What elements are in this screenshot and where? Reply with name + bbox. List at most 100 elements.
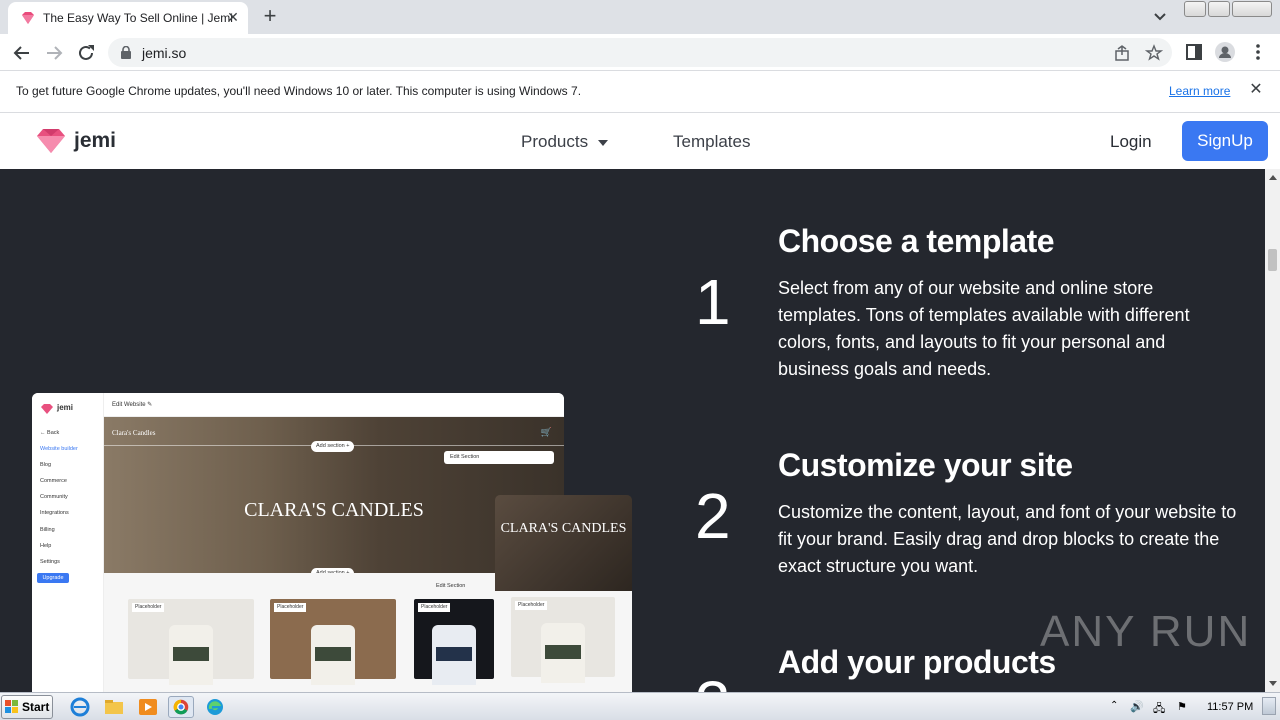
mockup-edit-website: Edit Website ✎ [112, 402, 153, 408]
chevron-down-icon [598, 139, 609, 146]
lock-icon[interactable] [120, 46, 132, 59]
mockup-add-section: Add section + [311, 441, 355, 452]
mockup-product-card: Placeholder [128, 599, 254, 685]
product-placeholder-tag: Placeholder [418, 603, 451, 612]
site-header: jemi Products Templates Login SignUp [0, 113, 1268, 169]
side-panel-icon[interactable] [1184, 42, 1204, 62]
mockup-menu-item: Help [40, 543, 52, 549]
mockup-menu-item: Commerce [40, 478, 67, 484]
mockup-edit-section: Edit Section [436, 583, 466, 589]
signup-button[interactable]: SignUp [1182, 121, 1268, 161]
windows-flag-icon [5, 700, 18, 713]
back-arrow-icon[interactable] [10, 41, 34, 65]
nav-products[interactable]: Products [521, 132, 609, 152]
update-infobar: To get future Google Chrome updates, you… [0, 71, 1280, 113]
login-link[interactable]: Login [1110, 132, 1152, 152]
mockup-sidebar: jemi ← Back Website builder Blog Commerc… [32, 393, 104, 692]
candle-jar [432, 625, 476, 685]
scroll-down-arrow-icon[interactable] [1269, 681, 1277, 686]
jar-label [436, 647, 472, 661]
mockup-edit-website-label: Edit Website [112, 402, 146, 408]
step-number: 1 [695, 266, 731, 338]
nav-templates[interactable]: Templates [673, 132, 750, 152]
product-placeholder-tag: Placeholder [274, 603, 307, 612]
volume-icon[interactable]: 🔊 [1130, 700, 1144, 714]
step-title: Add your products [778, 644, 1056, 680]
jemi-logo-icon[interactable] [36, 128, 66, 154]
tab-search-icon[interactable] [1150, 8, 1170, 26]
page-scrollbar[interactable] [1265, 169, 1280, 692]
show-hidden-icons-icon[interactable]: ⌃ [1110, 700, 1124, 714]
product-placeholder-tag: Placeholder [132, 603, 165, 612]
network-icon[interactable]: 🖧 [1153, 700, 1167, 715]
start-button[interactable]: Start [1, 695, 53, 719]
forward-arrow-icon[interactable] [42, 41, 66, 65]
menu-kebab-icon[interactable] [1248, 42, 1268, 62]
editor-mockup-image: jemi ← Back Website builder Blog Commerc… [32, 393, 564, 692]
mockup-menu-item: Billing [40, 527, 55, 533]
jemi-favicon-icon [22, 12, 34, 24]
taskbar-clock[interactable]: 11:57 PM [1207, 701, 1253, 713]
maximize-button[interactable] [1208, 1, 1230, 17]
mockup-back: ← Back [40, 430, 60, 436]
chrome-taskbar-icon[interactable] [168, 696, 194, 718]
mockup-menu-item: Blog [40, 462, 52, 468]
step-number: 2 [695, 480, 731, 552]
anyrun-watermark: ANY RUN [1040, 607, 1252, 656]
step-title: Choose a template [778, 223, 1055, 259]
reload-icon[interactable] [74, 41, 98, 65]
profile-avatar-icon[interactable] [1215, 42, 1235, 62]
browser-tab[interactable]: The Easy Way To Sell Online | Jemi ✕ [8, 2, 248, 34]
mockup-menu-item: Integrations [40, 510, 69, 516]
close-window-button[interactable] [1232, 1, 1272, 17]
internet-explorer-icon[interactable] [68, 696, 92, 718]
how-it-works-section: jemi ← Back Website builder Blog Commerc… [0, 169, 1265, 692]
mockup-product-card: Placeholder [511, 597, 615, 683]
mockup-menu-item: Website builder [40, 446, 78, 452]
show-desktop-button[interactable] [1262, 697, 1276, 715]
step-title: Customize your site [778, 447, 1073, 483]
cart-icon: 🛒 [540, 427, 552, 437]
scrollbar-thumb[interactable] [1268, 249, 1277, 271]
media-player-icon[interactable] [136, 696, 160, 718]
mockup-edit-section-bar: Edit Section [444, 451, 554, 464]
share-icon[interactable] [1113, 44, 1131, 62]
mockup-product-card: Placeholder [270, 599, 396, 685]
mockup-mobile-products: Placeholder [495, 591, 632, 692]
nav-products-label: Products [521, 132, 589, 151]
bookmark-star-icon[interactable] [1145, 44, 1163, 62]
browser-toolbar: jemi.so [0, 34, 1280, 71]
start-label: Start [22, 700, 50, 714]
step-number: 3 [695, 667, 731, 692]
tab-close-icon[interactable]: ✕ [224, 8, 242, 26]
mockup-menu-item: Settings [40, 559, 60, 565]
tab-title: The Easy Way To Sell Online | Jemi [43, 11, 233, 25]
candle-jar [541, 623, 585, 683]
file-explorer-icon[interactable] [102, 696, 126, 718]
tab-strip: The Easy Way To Sell Online | Jemi ✕ + [0, 0, 1280, 34]
jar-label [315, 647, 351, 661]
edge-icon[interactable] [203, 696, 227, 718]
mockup-menu-item: Community [40, 494, 68, 500]
address-bar[interactable]: jemi.so [108, 38, 1172, 67]
new-tab-button[interactable]: + [258, 4, 282, 28]
mockup-edit-section-label: Edit Section [450, 454, 480, 460]
url-text[interactable]: jemi.so [142, 45, 186, 61]
mockup-mobile-preview: CLARA'S CANDLES [495, 495, 632, 591]
brand-name[interactable]: jemi [74, 129, 116, 153]
scroll-up-arrow-icon[interactable] [1269, 175, 1277, 180]
step-description: Select from any of our website and onlin… [778, 278, 1190, 379]
infobar-close-icon[interactable]: ✕ [1248, 82, 1264, 98]
windows-taskbar: Start ⌃ 🔊 🖧 ⚑ 11:57 PM [0, 692, 1280, 720]
learn-more-link[interactable]: Learn more [1169, 84, 1230, 98]
jar-label [173, 647, 209, 661]
candle-jar [311, 625, 355, 685]
mockup-upgrade-badge: Upgrade [37, 573, 69, 583]
mockup-mobile-title: CLARA'S CANDLES [500, 521, 627, 536]
action-center-flag-icon[interactable]: ⚑ [1177, 700, 1191, 714]
jar-label [545, 645, 581, 659]
mockup-topbar: Edit Website ✎ [104, 393, 564, 417]
minimize-button[interactable] [1184, 1, 1206, 17]
candle-jar [169, 625, 213, 685]
mockup-store-name: Clara's Candles [112, 429, 156, 437]
